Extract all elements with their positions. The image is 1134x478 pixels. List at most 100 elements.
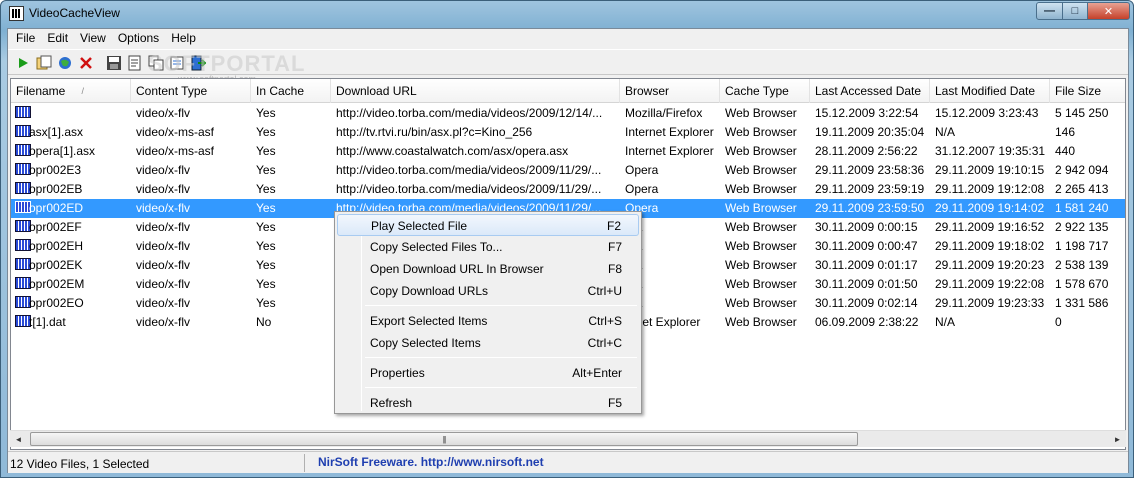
table-row[interactable]: opr002EB video/x-flv Yes http://video.torba…	[11, 180, 1125, 199]
cell-filename: opr002EK	[29, 258, 83, 272]
menu-item-label: Play Selected File	[371, 219, 468, 233]
context-menu-item-copy-download-urls[interactable]: Copy Download URLs Ctrl+U	[337, 280, 639, 302]
open-url-icon[interactable]	[56, 54, 74, 72]
cell-content-type: video/x-flv	[136, 258, 191, 272]
cell-last-modified: 29.11.2009 19:14:02	[935, 201, 1045, 215]
cell-in-cache: Yes	[256, 277, 276, 291]
menu-edit[interactable]: Edit	[41, 29, 74, 48]
play-icon[interactable]	[14, 54, 32, 72]
col-last-modified[interactable]: Last Modified Date	[930, 79, 1050, 103]
scroll-right-icon[interactable]: ►	[1109, 431, 1126, 448]
cell-in-cache: Yes	[256, 125, 276, 139]
cell-content-type: video/x-ms-asf	[136, 125, 215, 139]
status-separator	[304, 454, 305, 472]
col-cache-type[interactable]: Cache Type	[720, 79, 810, 103]
menu-item-label: Refresh	[370, 396, 413, 410]
maximize-button[interactable]: □	[1062, 2, 1088, 20]
cell-file-size: 2 922 135	[1055, 220, 1109, 234]
menu-help[interactable]: Help	[165, 29, 202, 48]
cell-cache-type: Web Browser	[725, 201, 797, 215]
col-filename[interactable]: Filename /	[11, 79, 131, 103]
cell-filename: opr002EH	[29, 239, 84, 253]
copy-files-icon[interactable]	[35, 54, 53, 72]
table-row[interactable]: video/x-flv Yes http://video.torba.com/med…	[11, 104, 1125, 123]
status-bar: 12 Video Files, 1 Selected NirSoft Freew…	[8, 451, 1128, 473]
cell-in-cache: Yes	[256, 201, 276, 215]
menu-bar: File Edit View Options Help	[8, 29, 1128, 48]
title-bar[interactable]: VideoCacheView — □ ✕	[1, 1, 1133, 27]
context-menu: Play Selected File F2 Copy Selected Files …	[334, 211, 642, 414]
cell-file-size: 440	[1055, 144, 1076, 158]
scroll-thumb[interactable]: |||	[30, 432, 858, 446]
save-icon[interactable]	[105, 54, 123, 72]
cell-in-cache: Yes	[256, 163, 276, 177]
col-content-type[interactable]: Content Type	[131, 79, 251, 103]
cell-content-type: video/x-flv	[136, 182, 191, 196]
cell-download-url: http://tv.rtvi.ru/bin/asx.pl?c=Kino_256	[336, 125, 533, 139]
col-in-cache[interactable]: In Cache	[251, 79, 331, 103]
table-row[interactable]: opr002E3 video/x-flv Yes http://video.torba…	[11, 161, 1125, 180]
cell-last-accessed: 29.11.2009 23:59:19	[815, 182, 925, 196]
context-menu-item-properties[interactable]: Properties Alt+Enter	[337, 362, 639, 384]
cell-filename: t[1].dat	[29, 315, 66, 329]
cell-file-size: 1 331 586	[1055, 296, 1109, 310]
menu-file[interactable]: File	[10, 29, 41, 48]
cell-last-accessed: 30.11.2009 0:00:15	[815, 220, 918, 234]
sort-indicator-icon: /	[81, 86, 84, 96]
menu-item-shortcut: Ctrl+S	[588, 314, 622, 328]
cell-file-size: 5 145 250	[1055, 106, 1109, 120]
context-menu-item-open-download-url-in-browser[interactable]: Open Download URL In Browser F8	[337, 258, 639, 280]
horizontal-scrollbar[interactable]: ◄ ||| ►	[10, 430, 1126, 447]
context-menu-item-copy-selected-files-to[interactable]: Copy Selected Files To... F7	[337, 236, 639, 258]
col-file-size[interactable]: File Size	[1050, 79, 1125, 103]
nirsoft-link[interactable]: NirSoft Freeware. http://www.nirsoft.net	[318, 455, 544, 469]
cell-file-size: 2 942 094	[1055, 163, 1109, 177]
cell-filename: opr002ED	[29, 201, 84, 215]
context-menu-item-refresh[interactable]: Refresh F5	[337, 392, 639, 414]
menu-options[interactable]: Options	[112, 29, 165, 48]
cell-cache-type: Web Browser	[725, 106, 797, 120]
toolbar: SOFTPORTAL www.softportal.com	[8, 49, 1128, 84]
cell-in-cache: Yes	[256, 220, 276, 234]
cell-content-type: video/x-flv	[136, 106, 191, 120]
cell-cache-type: Web Browser	[725, 163, 797, 177]
delete-icon[interactable]	[77, 54, 95, 72]
cell-cache-type: Web Browser	[725, 220, 797, 234]
menu-item-label: Copy Download URLs	[370, 284, 489, 298]
table-row[interactable]: asx[1].asx video/x-ms-asf Yes http://tv.rtv…	[11, 123, 1125, 142]
menu-item-shortcut: Ctrl+U	[587, 284, 622, 298]
context-menu-item-play-selected-file[interactable]: Play Selected File F2	[337, 214, 639, 236]
minimize-button[interactable]: —	[1036, 2, 1063, 20]
menu-separator	[365, 305, 637, 306]
context-menu-item-copy-selected-items[interactable]: Copy Selected Items Ctrl+C	[337, 332, 639, 354]
menu-item-label: Copy Selected Files To...	[370, 240, 503, 254]
menu-item-shortcut: F7	[607, 240, 622, 254]
cell-filename: opr002EM	[29, 277, 85, 291]
col-last-accessed[interactable]: Last Accessed Date	[810, 79, 930, 103]
close-button[interactable]: ✕	[1087, 2, 1130, 20]
cell-browser: Opera	[625, 163, 659, 177]
app-icon	[9, 6, 24, 21]
cell-last-modified: 29.11.2009 19:12:08	[935, 182, 1045, 196]
cell-download-url: http://video.torba.com/media/videos/2009…	[336, 182, 602, 196]
menu-item-label: Export Selected Items	[370, 314, 488, 328]
menu-separator	[365, 387, 637, 388]
col-download-url[interactable]: Download URL	[331, 79, 620, 103]
cell-cache-type: Web Browser	[725, 296, 797, 310]
cell-last-modified: 29.11.2009 19:10:15	[935, 163, 1045, 177]
cell-file-size: 2 265 413	[1055, 182, 1109, 196]
cell-in-cache: Yes	[256, 296, 276, 310]
export-icon[interactable]	[126, 54, 144, 72]
menu-view[interactable]: View	[74, 29, 112, 48]
cell-last-modified: 29.11.2009 19:16:52	[935, 220, 1045, 234]
context-menu-item-export-selected-items[interactable]: Export Selected Items Ctrl+S	[337, 310, 639, 332]
scroll-left-icon[interactable]: ◄	[10, 431, 27, 448]
menu-item-shortcut: F5	[607, 396, 622, 410]
col-browser[interactable]: Browser	[620, 79, 720, 103]
table-row[interactable]: opera[1].asx video/x-ms-asf Yes http://www.…	[11, 142, 1125, 161]
cell-in-cache: Yes	[256, 106, 276, 120]
cell-file-size: 1 198 717	[1055, 239, 1109, 253]
cell-content-type: video/x-flv	[136, 315, 191, 329]
cell-file-size: 1 578 670	[1055, 277, 1109, 291]
menu-item-label: Properties	[370, 366, 425, 380]
